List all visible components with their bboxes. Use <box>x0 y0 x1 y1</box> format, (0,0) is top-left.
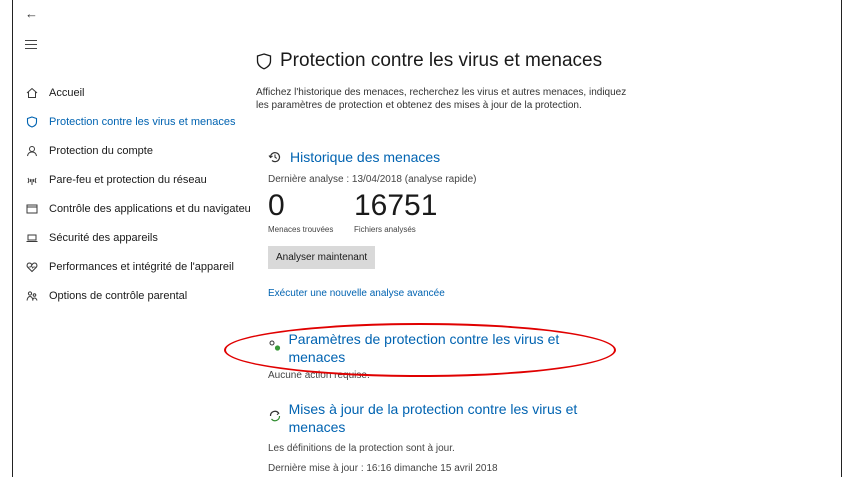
files-label: Fichiers analysés <box>354 225 416 234</box>
main-content: Protection contre les virus et menaces A… <box>256 50 636 474</box>
heart-icon <box>25 260 39 274</box>
sidebar-item-device-security[interactable]: Sécurité des appareils <box>25 223 251 252</box>
sidebar-nav: Accueil Protection contre les virus et m… <box>25 78 251 310</box>
last-update-text: Dernière mise à jour : 16:16 dimanche 15… <box>268 463 498 474</box>
files-stat: 16751 Fichiers analysés <box>354 189 437 234</box>
page-description: Affichez l'historique des menaces, reche… <box>256 87 627 111</box>
protection-settings-section: Paramètres de protection contre les viru… <box>268 330 588 381</box>
sidebar-item-label: Sécurité des appareils <box>49 231 158 244</box>
sidebar-item-label: Contrôle des applications et du navigate… <box>49 202 251 215</box>
sidebar-item-label: Pare-feu et protection du réseau <box>49 173 207 186</box>
page-title-text: Protection contre les virus et menaces <box>280 50 603 71</box>
wifi-icon <box>25 173 39 187</box>
history-icon <box>268 150 284 164</box>
refresh-icon <box>268 409 283 423</box>
threats-label: Menaces trouvées <box>268 225 334 234</box>
sidebar-item-label: Protection du compte <box>49 144 153 157</box>
back-arrow-icon[interactable]: ← <box>25 6 38 21</box>
sidebar-item-family-options[interactable]: Options de contrôle parental <box>25 281 251 310</box>
browser-icon <box>25 202 39 216</box>
protection-settings-heading[interactable]: Paramètres de protection contre les viru… <box>268 330 588 366</box>
sidebar-item-firewall[interactable]: Pare-feu et protection du réseau <box>25 165 251 194</box>
threats-stat: 0 Menaces trouvées <box>268 189 354 234</box>
sidebar-item-virus-protection[interactable]: Protection contre les virus et menaces <box>25 107 251 136</box>
threats-count: 0 <box>268 189 285 222</box>
last-scan-text: Dernière analyse : 13/04/2018 (analyse r… <box>268 174 477 185</box>
page-title: Protection contre les virus et menaces <box>256 50 636 72</box>
shield-icon <box>25 115 39 129</box>
hamburger-icon[interactable] <box>25 40 37 52</box>
settings-status: Aucune action requise. <box>268 370 370 381</box>
sidebar-item-label: Accueil <box>49 86 85 99</box>
sidebar-item-label: Protection contre les virus et menaces <box>49 115 236 128</box>
sidebar-item-app-browser-control[interactable]: Contrôle des applications et du navigate… <box>25 194 251 223</box>
files-count: 16751 <box>354 189 438 222</box>
shield-icon <box>256 52 272 70</box>
advanced-scan-link[interactable]: Exécuter une nouvelle analyse avancée <box>268 288 445 299</box>
laptop-icon <box>25 231 39 245</box>
gear-icon <box>268 338 282 352</box>
person-icon <box>25 144 39 158</box>
threat-history-heading[interactable]: Historique des menaces <box>268 148 628 166</box>
protection-updates-section: Mises à jour de la protection contre les… <box>268 400 608 474</box>
threat-history-section: Historique des menaces Dernière analyse … <box>268 148 628 301</box>
sidebar-item-label: Performances et intégrité de l'appareil <box>49 260 234 273</box>
sidebar-item-label: Options de contrôle parental <box>49 289 188 302</box>
scan-now-button[interactable]: Analyser maintenant <box>268 246 376 269</box>
home-icon <box>25 86 39 100</box>
family-icon <box>25 289 39 303</box>
sidebar-item-account-protection[interactable]: Protection du compte <box>25 136 251 165</box>
sidebar-item-device-performance[interactable]: Performances et intégrité de l'appareil <box>25 252 251 281</box>
updates-status: Les définitions de la protection sont à … <box>268 443 455 454</box>
protection-updates-heading[interactable]: Mises à jour de la protection contre les… <box>268 400 608 436</box>
scan-stats: 0 Menaces trouvées 16751 Fichiers analys… <box>268 189 628 234</box>
sidebar-item-home[interactable]: Accueil <box>25 78 251 107</box>
